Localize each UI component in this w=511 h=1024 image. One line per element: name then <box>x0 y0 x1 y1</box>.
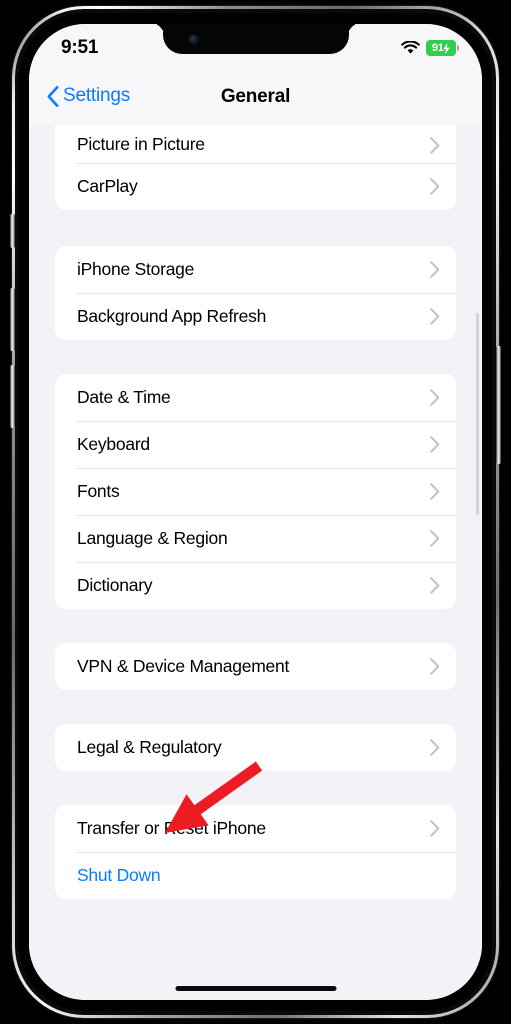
settings-row[interactable]: Dictionary <box>55 562 456 609</box>
settings-row-label: Language & Region <box>77 527 228 548</box>
mute-switch[interactable] <box>10 214 15 248</box>
group-gap <box>29 609 482 643</box>
settings-row[interactable]: Background App Refresh <box>55 293 456 340</box>
chevron-right-icon <box>430 389 440 406</box>
status-time: 9:51 <box>61 37 99 58</box>
settings-row-label: Background App Refresh <box>77 305 267 326</box>
chevron-right-icon <box>430 658 440 675</box>
settings-row[interactable]: Transfer or Reset iPhone <box>55 805 456 852</box>
battery-indicator: 91 <box>426 40 459 56</box>
wifi-icon <box>401 41 420 54</box>
settings-groups: Picture in Picture CarPlay iPhone Storage B… <box>29 125 482 899</box>
chevron-right-icon <box>430 530 440 547</box>
settings-list[interactable]: Picture in Picture CarPlay iPhone Storage B… <box>29 125 482 1000</box>
notch <box>162 24 349 54</box>
navigation-bar: Settings General <box>29 72 482 125</box>
power-button[interactable] <box>496 346 501 464</box>
chevron-right-icon <box>430 820 440 837</box>
chevron-right-icon <box>430 483 440 500</box>
settings-row-label: Shut Down <box>77 864 161 885</box>
phone-screen: 9:51 91 Settings General Picture in Pict… <box>29 24 482 1000</box>
home-indicator[interactable] <box>175 986 336 991</box>
settings-row-label: Keyboard <box>77 433 150 454</box>
locale-group: Date & Time Keyboard Fonts Language & Regio… <box>55 374 456 609</box>
settings-row[interactable]: Date & Time <box>55 374 456 421</box>
page-title: General <box>220 86 291 107</box>
front-camera <box>188 35 198 44</box>
charging-bolt-icon <box>443 42 450 54</box>
chevron-right-icon <box>430 739 440 756</box>
legal-group: Legal & Regulatory <box>55 724 456 771</box>
settings-row[interactable]: Fonts <box>55 468 456 515</box>
settings-row-label: Date & Time <box>77 386 171 407</box>
settings-row[interactable]: Language & Region <box>55 515 456 562</box>
group-gap <box>29 771 482 805</box>
volume-down-button[interactable] <box>10 365 15 428</box>
settings-row[interactable]: VPN & Device Management <box>55 643 456 690</box>
scrollbar-thumb[interactable] <box>476 313 479 515</box>
settings-row-label: iPhone Storage <box>77 258 195 279</box>
settings-row[interactable]: Keyboard <box>55 421 456 468</box>
chevron-right-icon <box>430 137 440 154</box>
settings-row-label: Transfer or Reset iPhone <box>77 817 266 838</box>
settings-row-label: Fonts <box>77 480 120 501</box>
battery-percent: 91 <box>431 41 444 54</box>
settings-row[interactable]: iPhone Storage <box>55 246 456 293</box>
vpn-group: VPN & Device Management <box>55 643 456 690</box>
group-gap <box>29 340 482 374</box>
settings-row[interactable]: Shut Down <box>55 852 456 899</box>
settings-row-label: CarPlay <box>77 175 138 196</box>
screenshot-stage: 9:51 91 Settings General Picture in Pict… <box>0 0 511 1024</box>
chevron-right-icon <box>430 436 440 453</box>
chevron-right-icon <box>430 261 440 278</box>
settings-row-label: Dictionary <box>77 574 153 595</box>
settings-row-label: Legal & Regulatory <box>77 736 222 757</box>
group-gap <box>29 210 482 246</box>
settings-row-label: Picture in Picture <box>77 133 205 154</box>
settings-row[interactable]: CarPlay <box>55 163 456 210</box>
group-gap <box>29 690 482 724</box>
volume-up-button[interactable] <box>10 288 15 351</box>
settings-row[interactable]: Picture in Picture <box>55 125 456 163</box>
settings-row[interactable]: Legal & Regulatory <box>55 724 456 771</box>
status-indicators: 91 <box>401 40 459 56</box>
storage-group: iPhone Storage Background App Refresh <box>55 246 456 340</box>
media-group: Picture in Picture CarPlay <box>55 125 456 210</box>
settings-row-label: VPN & Device Management <box>77 655 290 676</box>
chevron-right-icon <box>430 178 440 195</box>
chevron-right-icon <box>430 577 440 594</box>
reset-group: Transfer or Reset iPhone Shut Down <box>55 805 456 899</box>
chevron-right-icon <box>430 308 440 325</box>
